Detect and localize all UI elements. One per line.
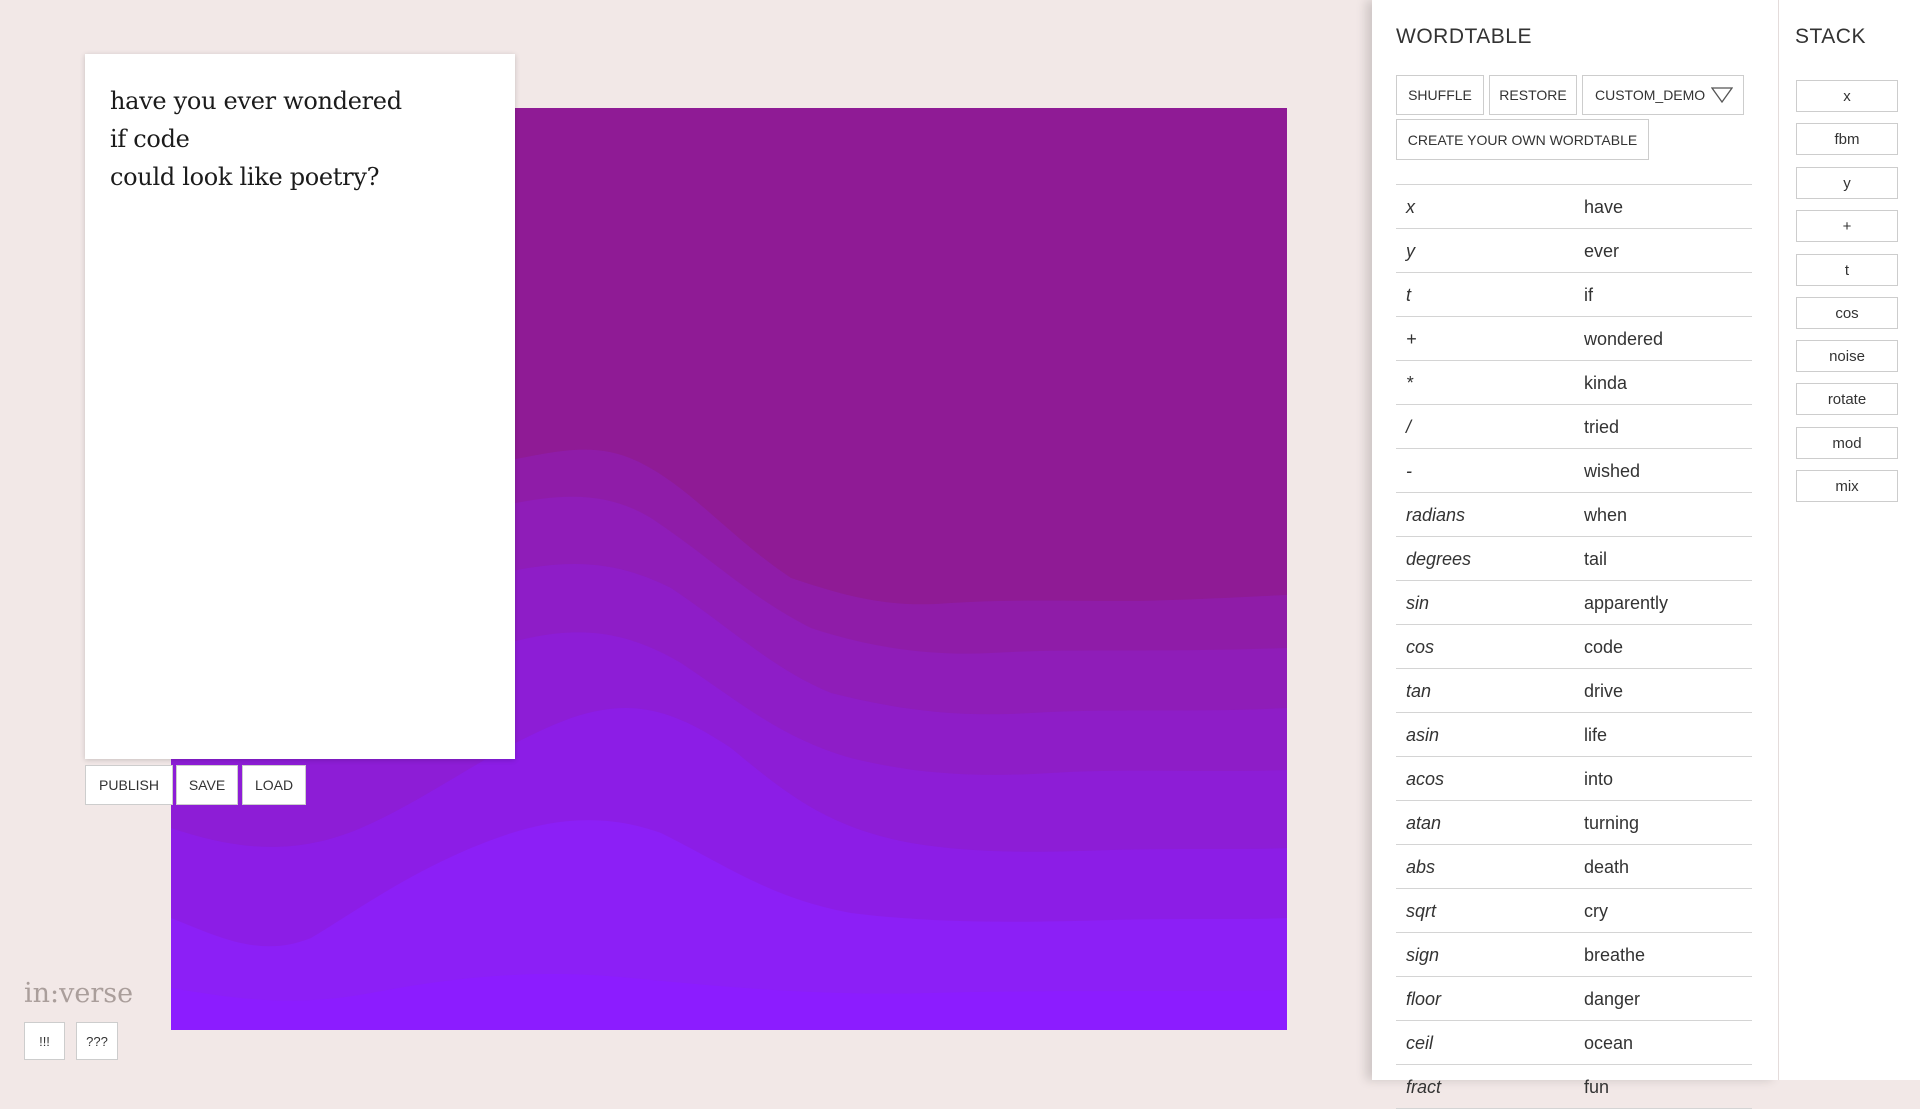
- poem-line[interactable]: could look like poetry?: [110, 158, 490, 196]
- logo: in:verse: [24, 978, 134, 1009]
- publish-button[interactable]: PUBLISH: [85, 765, 173, 805]
- stack-item[interactable]: rotate: [1796, 383, 1898, 415]
- wordtable-word[interactable]: tried: [1584, 417, 1619, 438]
- wordtable-row[interactable]: + wondered: [1396, 317, 1752, 361]
- wordtable-word[interactable]: ocean: [1584, 1033, 1633, 1054]
- wordtable-key: sin: [1406, 593, 1430, 613]
- wordtable-word[interactable]: cry: [1584, 901, 1608, 922]
- wordtable-select[interactable]: CUSTOM_DEMO: [1582, 75, 1744, 115]
- wordtable-select-value: CUSTOM_DEMO: [1595, 87, 1706, 103]
- wordtable-word[interactable]: life: [1584, 725, 1607, 746]
- poem-line[interactable]: have you ever wondered: [110, 82, 490, 120]
- wordtable-word[interactable]: fun: [1584, 1077, 1609, 1098]
- wordtable-row[interactable]: - wished: [1396, 449, 1752, 493]
- stack-item[interactable]: x: [1796, 80, 1898, 112]
- wordtable-key: cos: [1406, 637, 1435, 657]
- stack-title: STACK: [1795, 25, 1866, 48]
- wordtable-panel: WORDTABLE x have y ever t if + wondered * kin…: [1372, 0, 1778, 1109]
- wordtable-word[interactable]: turning: [1584, 813, 1639, 834]
- wordtable-key: fract: [1406, 1077, 1442, 1097]
- wordtable-row[interactable]: tan drive: [1396, 669, 1752, 713]
- wordtable-word[interactable]: wondered: [1584, 329, 1663, 350]
- wordtable-key: atan: [1406, 813, 1442, 833]
- wordtable-row[interactable]: ceil ocean: [1396, 1021, 1752, 1065]
- wordtable-word[interactable]: have: [1584, 197, 1623, 218]
- wordtable-key: tan: [1406, 681, 1432, 701]
- stack-item[interactable]: noise: [1796, 340, 1898, 372]
- wordtable-key: t: [1406, 285, 1412, 305]
- poem-editor[interactable]: have you ever wondered if code could loo…: [85, 54, 515, 759]
- wordtable-row[interactable]: / tried: [1396, 405, 1752, 449]
- stack-panel: STACK: [1778, 0, 1920, 1080]
- wordtable-key: acos: [1406, 769, 1445, 789]
- wordtable-word[interactable]: drive: [1584, 681, 1623, 702]
- wordtable-title: WORDTABLE: [1396, 25, 1532, 48]
- wordtable-row[interactable]: sqrt cry: [1396, 889, 1752, 933]
- wordtable-key: radians: [1406, 505, 1466, 525]
- wordtable-row[interactable]: x have: [1396, 185, 1752, 229]
- wordtable-key: floor: [1406, 989, 1442, 1009]
- wordtable-key: sqrt: [1406, 901, 1437, 921]
- wordtable-key: -: [1406, 461, 1412, 481]
- wordtable-word[interactable]: wished: [1584, 461, 1640, 482]
- poem-text[interactable]: have you ever wondered if code could loo…: [85, 54, 515, 224]
- wordtable-key: y: [1406, 241, 1415, 261]
- wordtable-row[interactable]: radians when: [1396, 493, 1752, 537]
- exclaim-button[interactable]: !!!: [24, 1022, 65, 1060]
- wordtable-row[interactable]: y ever: [1396, 229, 1752, 273]
- wordtable-key: degrees: [1406, 549, 1472, 569]
- wordtable-row[interactable]: floor danger: [1396, 977, 1752, 1021]
- wordtable-word[interactable]: ever: [1584, 241, 1619, 262]
- question-button[interactable]: ???: [76, 1022, 118, 1060]
- stack-item[interactable]: mod: [1796, 427, 1898, 459]
- shuffle-button[interactable]: SHUFFLE: [1396, 75, 1484, 115]
- wordtable-key: abs: [1406, 857, 1436, 877]
- stack-item[interactable]: y: [1796, 167, 1898, 199]
- wordtable-list: x have y ever t if + wondered * kinda / tried …: [1396, 184, 1752, 1109]
- wordtable-key: sign: [1406, 945, 1440, 965]
- stack-item[interactable]: mix: [1796, 470, 1898, 502]
- wordtable-row[interactable]: acos into: [1396, 757, 1752, 801]
- restore-button[interactable]: RESTORE: [1489, 75, 1577, 115]
- wordtable-word[interactable]: into: [1584, 769, 1613, 790]
- wordtable-row[interactable]: sign breathe: [1396, 933, 1752, 977]
- stack-item[interactable]: cos: [1796, 297, 1898, 329]
- wordtable-row[interactable]: * kinda: [1396, 361, 1752, 405]
- wordtable-word[interactable]: if: [1584, 285, 1593, 306]
- wordtable-row[interactable]: asin life: [1396, 713, 1752, 757]
- wordtable-word[interactable]: tail: [1584, 549, 1607, 570]
- wordtable-key: *: [1406, 373, 1414, 393]
- wordtable-word[interactable]: when: [1584, 505, 1627, 526]
- poem-line[interactable]: if code: [110, 120, 490, 158]
- stack-item[interactable]: +: [1796, 210, 1898, 242]
- wordtable-word[interactable]: breathe: [1584, 945, 1645, 966]
- wordtable-key: /: [1406, 417, 1412, 437]
- stack-item[interactable]: fbm: [1796, 123, 1898, 155]
- wordtable-word[interactable]: apparently: [1584, 593, 1668, 614]
- wordtable-row[interactable]: atan turning: [1396, 801, 1752, 845]
- wordtable-word[interactable]: code: [1584, 637, 1623, 658]
- wordtable-row[interactable]: sin apparently: [1396, 581, 1752, 625]
- save-button[interactable]: SAVE: [176, 765, 238, 805]
- create-wordtable-button[interactable]: CREATE YOUR OWN WORDTABLE: [1396, 119, 1649, 160]
- load-button[interactable]: LOAD: [242, 765, 306, 805]
- wordtable-key: ceil: [1406, 1033, 1434, 1053]
- wordtable-key: +: [1406, 329, 1417, 349]
- wordtable-row[interactable]: cos code: [1396, 625, 1752, 669]
- stack-item[interactable]: t: [1796, 254, 1898, 286]
- wordtable-row[interactable]: t if: [1396, 273, 1752, 317]
- wordtable-key: x: [1406, 197, 1415, 217]
- chevron-down-icon: [1710, 86, 1734, 107]
- wordtable-row[interactable]: degrees tail: [1396, 537, 1752, 581]
- wordtable-word[interactable]: danger: [1584, 989, 1640, 1010]
- wordtable-row[interactable]: abs death: [1396, 845, 1752, 889]
- wordtable-row[interactable]: fract fun: [1396, 1065, 1752, 1109]
- wordtable-word[interactable]: death: [1584, 857, 1629, 878]
- wordtable-key: asin: [1406, 725, 1440, 745]
- wordtable-word[interactable]: kinda: [1584, 373, 1627, 394]
